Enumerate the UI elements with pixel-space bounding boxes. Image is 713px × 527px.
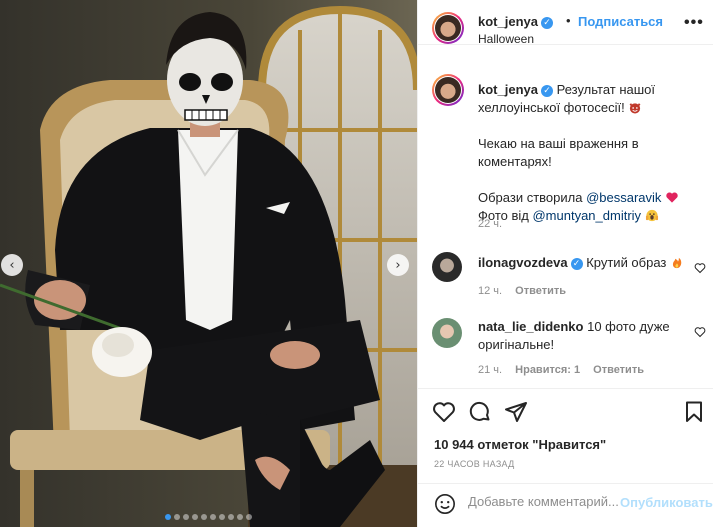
publish-button[interactable]: Опубликовать	[620, 495, 713, 510]
carousel-dot	[192, 514, 198, 520]
caption-avatar[interactable]	[432, 74, 464, 106]
bookmark-icon[interactable]	[682, 400, 706, 424]
chevron-right-icon: ›	[395, 257, 401, 273]
mention-link[interactable]: @bessaravik	[586, 190, 661, 205]
paper-plane-icon[interactable]	[504, 400, 528, 424]
verified-badge-icon: ✓	[540, 16, 553, 29]
like-comment-heart-icon[interactable]	[694, 262, 706, 274]
comment-timestamp: 12 ч.	[478, 285, 503, 297]
comment-meta: 21 ч. Нравится: 1 Ответить	[478, 364, 654, 376]
location-link[interactable]: Halloween	[478, 32, 534, 46]
comment-likes-button[interactable]: Нравится: 1	[515, 364, 580, 376]
separator-dot: •	[566, 13, 571, 28]
comment: nata_lie_didenko 10 фото дуже оригінальн…	[478, 318, 700, 354]
post-header: kot_jenya ✓ • Подписаться Halloween •••	[418, 0, 713, 46]
mention-link[interactable]: @muntyan_dmitriy	[532, 208, 641, 223]
comment-timestamp: 21 ч.	[478, 364, 503, 376]
verified-badge-icon: ✓	[570, 257, 583, 270]
post-actions: 10 944 отметок "Нравится" 22 ЧАСОВ НАЗАД…	[418, 388, 713, 523]
caption-timestamp: 22 ч.	[478, 218, 503, 230]
comment-icon[interactable]	[468, 400, 492, 424]
screaming-face-emoji-icon	[645, 209, 658, 222]
caption-line-2: Чекаю на ваші враження в коментарях!	[478, 136, 639, 169]
avatar[interactable]	[432, 12, 464, 44]
post-caption: kot_jenya ✓ Результат нашої хеллоуінської…	[478, 81, 700, 243]
fire-emoji-icon	[672, 257, 682, 269]
photo-illustration	[0, 0, 417, 527]
carousel-indicator	[0, 514, 417, 520]
comment-input[interactable]	[468, 494, 620, 509]
smiley-icon[interactable]	[434, 493, 456, 515]
comment-username[interactable]: nata_lie_didenko	[478, 319, 583, 334]
follow-button[interactable]: Подписаться	[578, 14, 663, 29]
carousel-dot	[246, 514, 252, 520]
carousel-dot	[237, 514, 243, 520]
carousel-dot	[201, 514, 207, 520]
more-options-button[interactable]: •••	[684, 14, 704, 32]
comment-text: Крутий образ	[582, 255, 667, 270]
comment-username[interactable]: ilonagvozdeva	[478, 255, 568, 270]
comment-meta: 12 ч. Ответить	[478, 285, 576, 297]
carousel-dot	[228, 514, 234, 520]
devil-emoji-icon	[629, 103, 641, 114]
comment: ilonagvozdeva ✓ Крутий образ	[478, 254, 700, 272]
carousel-dot	[165, 514, 171, 520]
chevron-left-icon: ‹	[9, 257, 15, 273]
post-photo[interactable]: ‹ ›	[0, 0, 417, 527]
carousel-dot	[219, 514, 225, 520]
author-username[interactable]: kot_jenya ✓	[478, 14, 553, 29]
likes-count[interactable]: 10 944 отметок "Нравится"	[434, 437, 606, 452]
comment-avatar[interactable]	[432, 318, 462, 348]
heart-icon[interactable]	[432, 400, 456, 424]
carousel-dot	[174, 514, 180, 520]
next-photo-button[interactable]: ›	[387, 254, 409, 276]
caption-username[interactable]: kot_jenya	[478, 82, 538, 97]
post-details-panel: kot_jenya ✓ • Подписаться Halloween ••• k…	[417, 0, 713, 527]
reply-button[interactable]: Ответить	[515, 285, 566, 297]
like-comment-heart-icon[interactable]	[694, 326, 706, 338]
carousel-dot	[183, 514, 189, 520]
red-heart-emoji-icon	[666, 192, 678, 203]
previous-photo-button[interactable]: ‹	[1, 254, 23, 276]
author-username-text[interactable]: kot_jenya	[478, 14, 538, 29]
verified-badge-icon: ✓	[540, 84, 553, 97]
caption-line-3-text: Образи створила	[478, 190, 587, 205]
post-timestamp: 22 ЧАСОВ НАЗАД	[434, 459, 515, 469]
carousel-dot	[210, 514, 216, 520]
comment-avatar[interactable]	[432, 252, 462, 282]
add-comment-bar: Опубликовать	[418, 483, 713, 524]
reply-button[interactable]: Ответить	[593, 364, 644, 376]
